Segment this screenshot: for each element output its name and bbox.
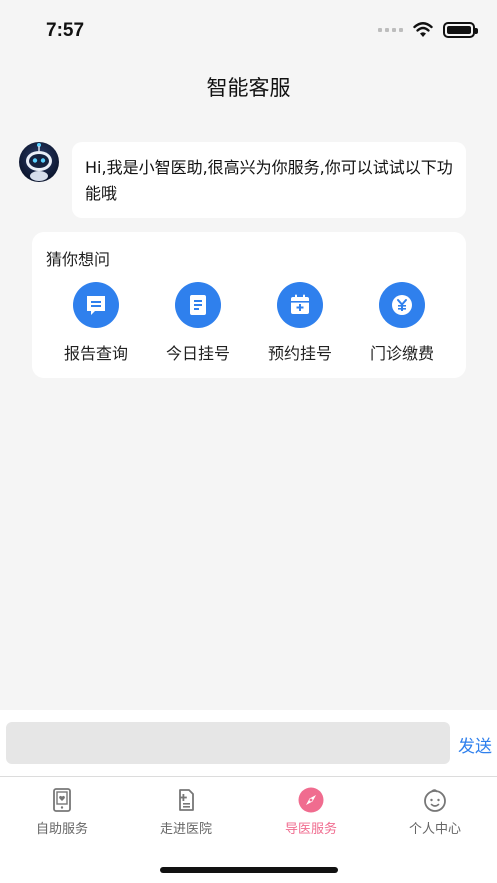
- tab-label: 导医服务: [284, 822, 337, 837]
- status-icons: [378, 22, 478, 38]
- yuan-coin-icon: [379, 282, 425, 328]
- tab-self-service[interactable]: 自助服务: [7, 787, 117, 843]
- tab-guide-service[interactable]: 导医服务: [256, 787, 366, 843]
- calendar-plus-icon: [277, 282, 323, 328]
- tab-label: 个人中心: [408, 822, 461, 837]
- message-report-icon: [73, 282, 119, 328]
- quick-item-label: 今日挂号: [165, 344, 230, 363]
- quick-item-payment[interactable]: 门诊缴费: [357, 282, 447, 372]
- baby-face-icon: [424, 789, 446, 812]
- status-time: 7:57: [46, 20, 85, 41]
- page-title: 智能客服: [206, 76, 291, 100]
- quick-item-appointment[interactable]: 预约挂号: [255, 282, 345, 372]
- quick-item-label: 报告查询: [63, 344, 128, 363]
- chat-input[interactable]: [6, 722, 450, 764]
- guess-card: 猜你想问 报告查询 今日挂号 预约挂号 门诊缴费: [32, 232, 466, 378]
- tablet-heart-icon: [53, 788, 71, 812]
- tab-hospital-intro[interactable]: 走进医院: [131, 787, 241, 843]
- chat-input-bar: 发送: [0, 710, 497, 776]
- signal-icon: [378, 28, 403, 32]
- guess-card-title: 猜你想问: [46, 250, 111, 269]
- robot-icon: [26, 143, 52, 181]
- battery-icon: [443, 22, 478, 38]
- bot-avatar: [19, 142, 59, 182]
- bot-message-bubble: Hi,我是小智医助,很高兴为你服务,你可以试试以下功能哦: [72, 142, 466, 218]
- tab-label: 走进医院: [159, 822, 212, 837]
- status-bar: 7:57: [0, 0, 497, 60]
- bot-message-text: Hi,我是小智医助,很高兴为你服务,你可以试试以下功能哦: [85, 158, 453, 203]
- wifi-icon: [413, 22, 433, 37]
- home-indicator: [160, 867, 338, 873]
- tab-personal-center[interactable]: 个人中心: [380, 787, 490, 843]
- send-button[interactable]: 发送: [458, 732, 492, 757]
- compass-icon: [298, 787, 324, 813]
- quick-item-report[interactable]: 报告查询: [51, 282, 141, 372]
- quick-item-label: 预约挂号: [267, 344, 332, 363]
- quick-item-today-register[interactable]: 今日挂号: [153, 282, 243, 372]
- clipboard-plus-icon: [179, 789, 194, 811]
- tab-label: 自助服务: [35, 822, 88, 837]
- quick-item-label: 门诊缴费: [369, 344, 434, 363]
- document-icon: [175, 282, 221, 328]
